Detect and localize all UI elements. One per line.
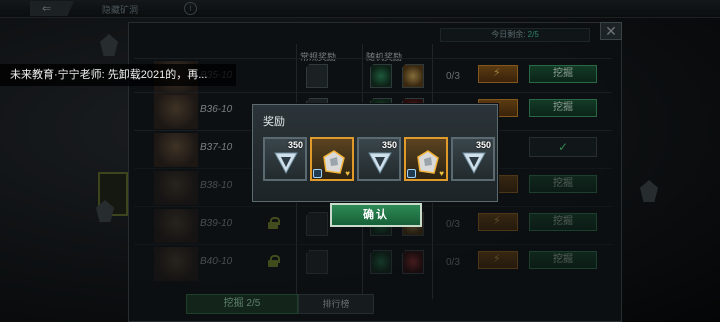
- reward-item[interactable]: ♥: [404, 137, 448, 181]
- crystal-card-icon: [462, 152, 486, 175]
- item-quantity: 350: [475, 140, 491, 150]
- reward-dialog: 奖励 350 ♥ 350 ♥ 350: [252, 104, 498, 202]
- heart-icon: ♥: [345, 169, 350, 178]
- ore-chunk-icon: [323, 150, 345, 174]
- gem-slot-icon: [313, 169, 322, 178]
- item-quantity: 350: [381, 140, 397, 150]
- confirm-button[interactable]: 确认: [330, 203, 422, 227]
- reward-item[interactable]: 350: [357, 137, 401, 181]
- crystal-card-icon: [274, 152, 298, 175]
- dialog-title: 奖励: [263, 116, 285, 128]
- gem-slot-icon: [407, 169, 416, 178]
- heart-icon: ♥: [439, 169, 444, 178]
- reward-item[interactable]: ♥: [310, 137, 354, 181]
- reward-item[interactable]: 350: [263, 137, 307, 181]
- crystal-card-icon: [368, 152, 392, 175]
- game-screen: ⇐ 隐藏矿洞 i 今日剩余: 2/5 ✕ 常规奖励 随机奖励 B35-100/3…: [0, 0, 720, 322]
- ore-chunk-icon: [417, 150, 439, 174]
- reward-item[interactable]: 350: [451, 137, 495, 181]
- chat-notice: 未来教育·宁宁老师: 先卸载2021的，再...: [0, 64, 236, 86]
- item-quantity: 350: [287, 140, 303, 150]
